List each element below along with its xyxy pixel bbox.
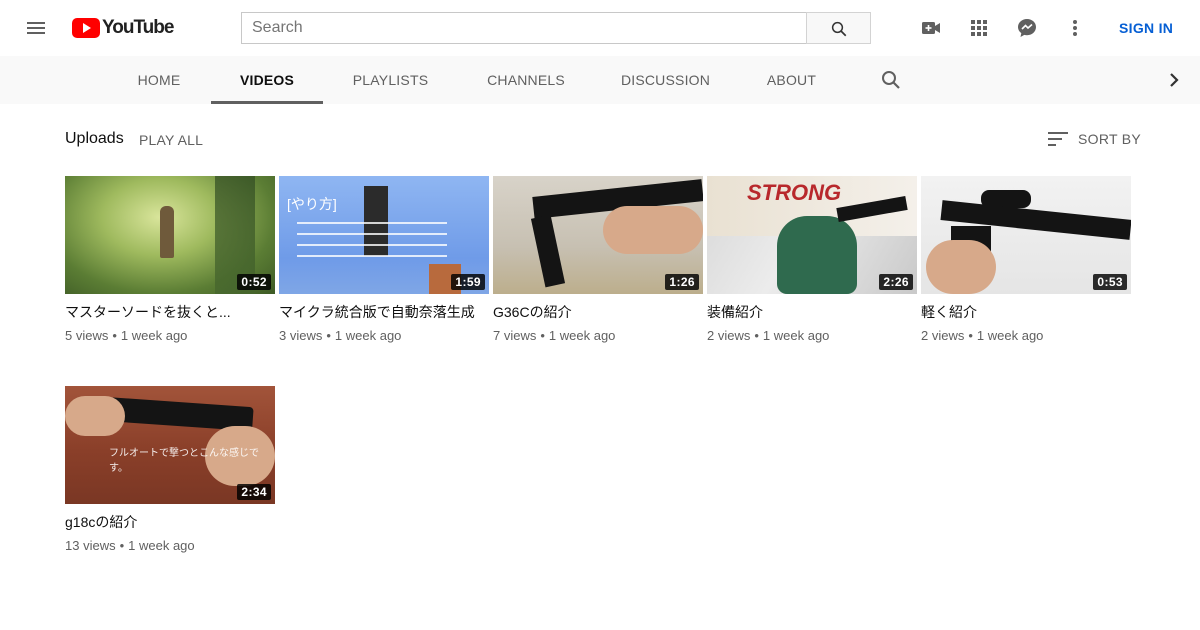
thumbnail-art: [160, 206, 174, 258]
search-icon: [831, 21, 847, 37]
sign-in-button[interactable]: SIGN IN: [1119, 20, 1173, 36]
thumbnail-caption: [やり方]: [287, 196, 337, 212]
video-item[interactable]: [やり方] 1:59 マイクラ統合版で自動奈落生成 3 views • 1 week…: [279, 176, 489, 343]
upload-age: 1 week ago: [762, 328, 830, 343]
view-count: 3 views: [279, 328, 323, 343]
thumbnail-art: [65, 396, 125, 436]
video-title[interactable]: マイクラ統合版で自動奈落生成: [279, 304, 479, 320]
video-thumbnail[interactable]: STRONG 2:26: [707, 176, 917, 294]
video-thumbnail[interactable]: 1:26: [493, 176, 703, 294]
duration-badge: 1:59: [451, 274, 485, 290]
thumbnail-art: [777, 216, 857, 294]
logo-text: YouTube: [102, 17, 174, 38]
meta-separator: •: [754, 328, 759, 343]
video-title[interactable]: 装備紹介: [707, 304, 907, 320]
meta-separator: •: [119, 538, 125, 553]
view-count: 13 views: [65, 538, 116, 553]
section-title: Uploads: [65, 130, 124, 147]
tab-discussion[interactable]: DISCUSSION: [614, 56, 717, 104]
search-input[interactable]: [241, 12, 807, 44]
video-thumbnail[interactable]: 0:52: [65, 176, 275, 294]
chevron-right-icon[interactable]: [1162, 68, 1186, 92]
view-count: 5 views: [65, 328, 109, 343]
upload-age: 1 week ago: [334, 328, 402, 343]
video-meta: 5 views • 1 week ago: [65, 328, 275, 343]
upload-age: 1 week ago: [128, 538, 195, 553]
thumbnail-art: [530, 214, 566, 288]
tab-channels[interactable]: CHANNELS: [478, 56, 574, 104]
video-thumbnail[interactable]: 0:53: [921, 176, 1131, 294]
masthead: YouTube SIGN IN: [0, 0, 1200, 56]
video-item[interactable]: 1:26 G36Cの紹介 7 views • 1 week ago: [493, 176, 703, 343]
youtube-logo[interactable]: YouTube: [72, 17, 174, 38]
video-title[interactable]: 軽く紹介: [921, 304, 1121, 320]
view-count: 7 views: [493, 328, 537, 343]
video-meta: 13 views • 1 week ago: [65, 538, 275, 553]
video-item[interactable]: 0:53 軽く紹介 2 views • 1 week ago: [921, 176, 1131, 343]
channel-tabs: HOME VIDEOS PLAYLISTS CHANNELS DISCUSSIO…: [0, 56, 1200, 104]
search-button[interactable]: [806, 12, 871, 44]
view-count: 2 views: [921, 328, 965, 343]
duration-badge: 2:26: [879, 274, 913, 290]
video-item[interactable]: STRONG 2:26 装備紹介 2 views • 1 week ago: [707, 176, 917, 343]
thumbnail-art: [926, 240, 996, 294]
tab-playlists[interactable]: PLAYLISTS: [343, 56, 438, 104]
sort-by-label: SORT BY: [1078, 131, 1142, 147]
upload-age: 1 week ago: [976, 328, 1044, 343]
tab-about[interactable]: ABOUT: [757, 56, 826, 104]
upload-age: 1 week ago: [548, 328, 616, 343]
sort-by-button[interactable]: SORT BY: [1046, 129, 1141, 149]
more-vert-icon[interactable]: [1063, 16, 1087, 40]
video-title[interactable]: マスターソードを抜くと...: [65, 304, 265, 320]
duration-badge: 2:34: [237, 484, 271, 500]
video-camera-plus-icon[interactable]: [919, 16, 943, 40]
video-meta: 2 views • 1 week ago: [707, 328, 917, 343]
apps-grid-icon[interactable]: [967, 16, 991, 40]
video-item[interactable]: フルオートで撃つとこんな感じです。 2:34 g18cの紹介 13 views •…: [65, 386, 275, 553]
duration-badge: 1:26: [665, 274, 699, 290]
video-thumbnail[interactable]: [やり方] 1:59: [279, 176, 489, 294]
thumbnail-caption: STRONG: [747, 180, 842, 205]
meta-separator: •: [112, 328, 117, 343]
view-count: 2 views: [707, 328, 751, 343]
meta-separator: •: [968, 328, 973, 343]
duration-badge: 0:52: [237, 274, 271, 290]
tab-home[interactable]: HOME: [127, 56, 191, 104]
play-all-button[interactable]: PLAY ALL: [139, 132, 203, 148]
meta-separator: •: [540, 328, 545, 343]
sort-icon: [1048, 132, 1068, 146]
upload-age: 1 week ago: [120, 328, 188, 343]
video-title[interactable]: g18cの紹介: [65, 514, 265, 530]
menu-icon[interactable]: [24, 16, 48, 40]
video-meta: 7 views • 1 week ago: [493, 328, 703, 343]
messages-icon[interactable]: [1015, 16, 1039, 40]
thumbnail-caption: フルオートで撃つとこんな感じです。: [109, 448, 259, 474]
video-item[interactable]: 0:52 マスターソードを抜くと... 5 views • 1 week ago: [65, 176, 275, 343]
video-title[interactable]: G36Cの紹介: [493, 304, 693, 320]
youtube-logo-icon: [72, 18, 100, 38]
tab-videos[interactable]: VIDEOS: [211, 56, 323, 104]
video-thumbnail[interactable]: フルオートで撃つとこんな感じです。 2:34: [65, 386, 275, 504]
video-meta: 2 views • 1 week ago: [921, 328, 1131, 343]
duration-badge: 0:53: [1093, 274, 1127, 290]
thumbnail-art: [297, 222, 447, 266]
video-meta: 3 views • 1 week ago: [279, 328, 489, 343]
thumbnail-art: [603, 206, 703, 254]
tab-search-icon[interactable]: [879, 68, 903, 92]
meta-separator: •: [326, 328, 331, 343]
